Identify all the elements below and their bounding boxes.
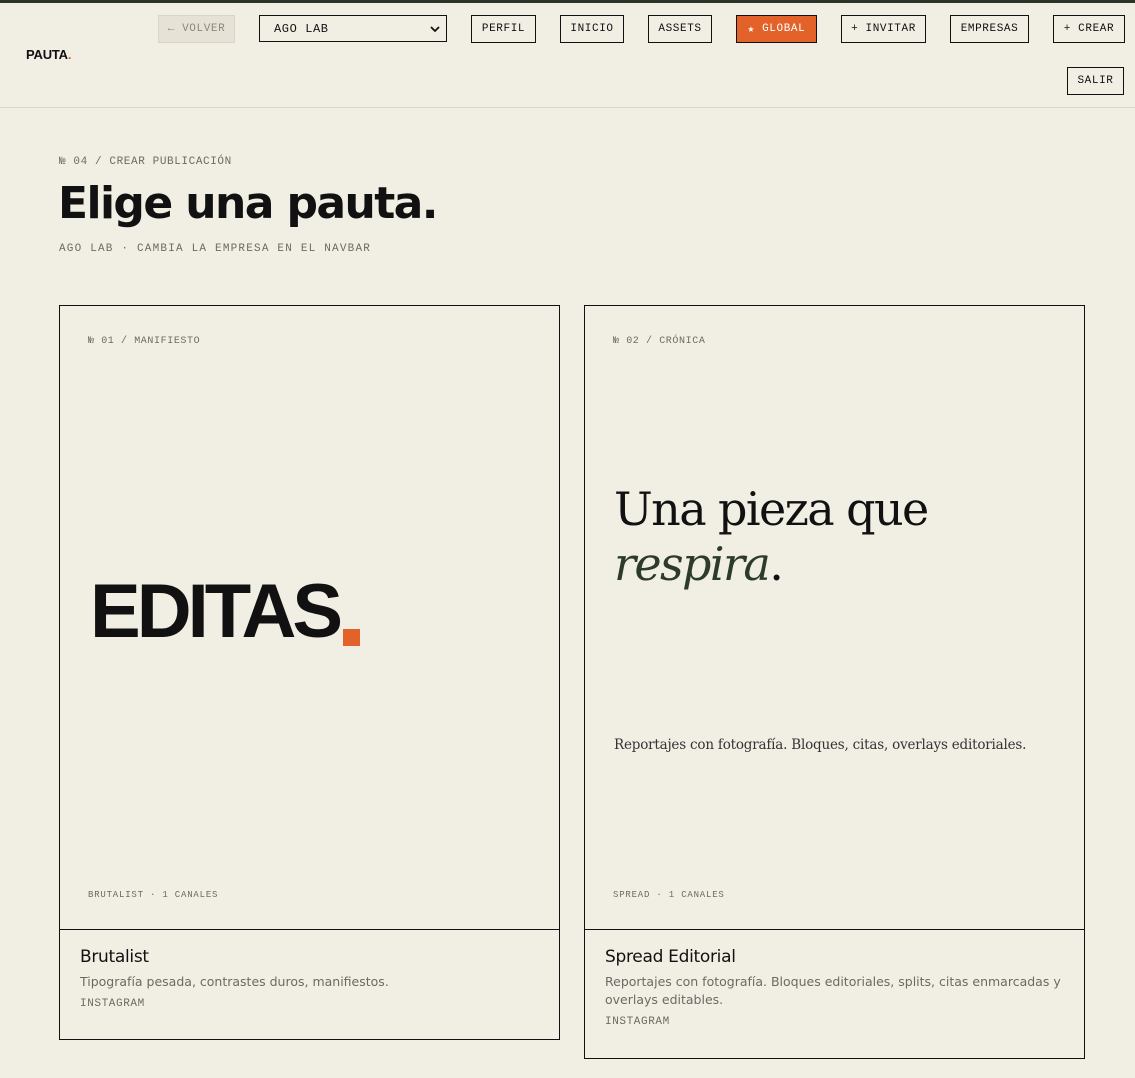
company-select-value: AGO LAB [274,21,329,36]
back-button[interactable]: ← VOLVER [158,15,235,43]
template-preview: № 01 / MANIFIESTO EDITAS BRUTALIST · 1 C… [60,306,559,930]
company-select[interactable]: AGO LAB [259,15,447,42]
invitar-button[interactable]: + INVITAR [841,15,926,43]
template-description: Tipografía pesada, contrastes duros, man… [80,974,389,989]
salir-button[interactable]: SALIR [1067,67,1124,95]
template-name: Brutalist [80,947,149,967]
global-button[interactable]: ★ GLOBAL [736,15,817,43]
page-subtitle: AGO LAB · CAMBIA LA EMPRESA EN EL NAVBAR [59,243,372,255]
global-button-label: GLOBAL [762,23,806,35]
headline-italic: respira [614,537,771,591]
assets-button[interactable]: ASSETS [648,15,712,43]
template-channel: INSTAGRAM [80,998,145,1010]
headline-line: Una pieza que [614,482,929,536]
preview-footer: BRUTALIST · 1 CANALES [88,890,219,900]
template-preview: № 02 / CRÓNICA Una pieza que respira. Re… [585,306,1084,930]
template-info: Brutalist Tipografía pesada, contrastes … [80,947,540,1010]
preview-word: EDITAS [90,569,343,654]
template-name: Spread Editorial [605,947,736,967]
brand-dot: . [67,47,72,62]
preview-footer: SPREAD · 1 CANALES [613,890,725,900]
back-button-label: VOLVER [182,23,226,35]
headline-period: . [769,537,784,591]
empresas-button[interactable]: EMPRESAS [950,15,1029,43]
crear-button[interactable]: + CREAR [1053,15,1125,43]
page-title: Elige una pauta. [58,178,438,229]
star-icon: ★ [747,24,755,36]
preview-headline: Una pieza que respira. [614,482,1064,592]
accent-square [343,629,360,646]
breadcrumb: № 04 / CREAR PUBLICACIÓN [59,156,232,168]
back-arrow-icon: ← [167,23,175,35]
template-info: Spread Editorial Reportajes con fotograf… [605,947,1065,1028]
navbar: PAUTA. ← VOLVER AGO LAB PERFIL INICIO AS… [0,3,1135,108]
perfil-button[interactable]: PERFIL [471,15,536,43]
template-description: Reportajes con fotografía. Bloques edito… [605,974,1061,1007]
brand-name: PAUTA [26,47,68,62]
template-card-spread-editorial[interactable]: № 02 / CRÓNICA Una pieza que respira. Re… [584,305,1085,1059]
template-channel: INSTAGRAM [605,1016,670,1028]
template-card-brutalist[interactable]: № 01 / MANIFIESTO EDITAS BRUTALIST · 1 C… [59,305,560,1040]
chevron-down-icon [430,26,440,33]
preview-number: № 01 / MANIFIESTO [88,336,201,347]
preview-number: № 02 / CRÓNICA [613,336,706,347]
preview-description: Reportajes con fotografía. Bloques, cita… [614,737,1027,753]
brand-logo[interactable]: PAUTA. [26,47,72,62]
inicio-button[interactable]: INICIO [560,15,624,43]
